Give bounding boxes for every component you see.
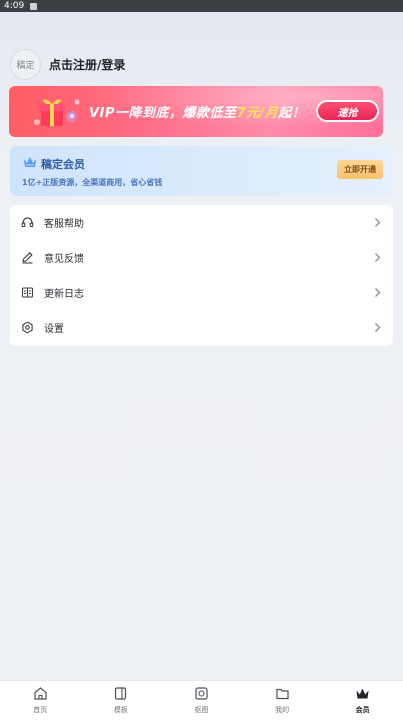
settings-menu: 客服帮助 意见反馈 更新日志 设置	[10, 205, 393, 346]
chevron-right-icon	[375, 323, 381, 332]
menu-item-label: 客服帮助	[44, 219, 84, 230]
vip-card[interactable]: 稿定会员 1亿+正版资源，全渠道商用，省心省钱 立即开通	[10, 146, 393, 196]
menu-item-feedback[interactable]: 意见反馈	[10, 240, 393, 275]
notification-icon	[30, 2, 38, 10]
status-bar: 4:09	[0, 0, 403, 12]
promo-text: VIP一降到底，爆款低至7元/月起！	[89, 102, 305, 121]
menu-item-label: 更新日志	[44, 289, 84, 300]
chevron-right-icon	[375, 288, 381, 297]
chevron-right-icon	[375, 218, 381, 227]
status-time: 4:09	[4, 1, 25, 11]
vip-description: 1亿+正版资源，全渠道商用，省心省钱	[22, 178, 163, 187]
chevron-right-icon	[375, 253, 381, 262]
pen-icon	[21, 251, 34, 264]
tab-vip[interactable]: 会员	[322, 681, 403, 720]
tab-cutout[interactable]: 抠图	[161, 681, 242, 720]
tab-label: 模板	[113, 706, 128, 714]
menu-item-label: 意见反馈	[44, 254, 84, 265]
vip-title: 稿定会员	[41, 158, 85, 171]
avatar[interactable]: 稿定	[10, 49, 41, 80]
menu-item-changelog[interactable]: 更新日志	[10, 275, 393, 310]
gift-illustration-icon	[34, 99, 80, 126]
tab-label: 抠图	[194, 706, 209, 714]
tab-label: 会员	[355, 706, 370, 714]
profile-header[interactable]: 稿定 点击注册/登录	[10, 49, 125, 80]
login-link[interactable]: 点击注册/登录	[49, 56, 125, 73]
vip-activate-button[interactable]: 立即开通	[337, 160, 383, 179]
cutout-icon	[195, 687, 208, 700]
tab-mine[interactable]: 我的	[242, 681, 323, 720]
menu-item-settings[interactable]: 设置	[10, 310, 393, 345]
promo-grab-button[interactable]: 速抢	[316, 100, 379, 122]
tab-template[interactable]: 模板	[81, 681, 162, 720]
folder-icon	[275, 688, 289, 700]
bottom-tab-bar: 首页 模板 抠图 我的 会员	[0, 680, 403, 720]
promo-text-suffix: 起！	[278, 106, 306, 121]
menu-item-label: 设置	[44, 324, 64, 335]
settings-icon	[21, 321, 34, 334]
crown-icon	[24, 157, 36, 167]
menu-item-help[interactable]: 客服帮助	[10, 205, 393, 240]
headset-icon	[21, 216, 34, 229]
tab-home[interactable]: 首页	[0, 681, 81, 720]
book-icon	[21, 286, 34, 299]
template-icon	[115, 687, 127, 700]
tab-label: 首页	[33, 706, 48, 714]
promo-text-prefix: VIP一降到底，爆款低至	[89, 106, 237, 121]
tab-label: 我的	[275, 706, 290, 714]
promo-banner[interactable]: VIP一降到底，爆款低至7元/月起！ 速抢	[9, 86, 383, 137]
home-icon	[34, 687, 47, 700]
crown-icon	[356, 688, 369, 699]
promo-price: 7元/月	[236, 106, 279, 121]
